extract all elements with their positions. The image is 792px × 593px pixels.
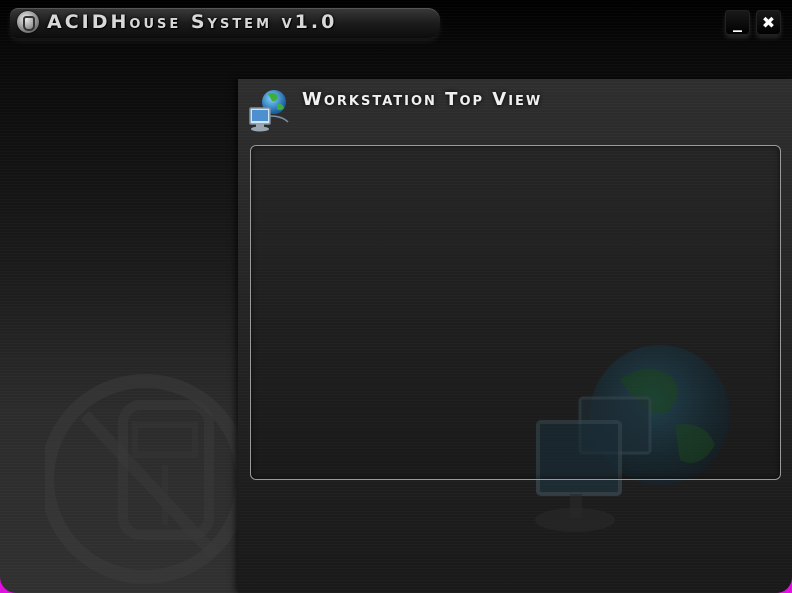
app-window: ACIDHouse System v1.0 _ ✖ Workstation To… — [0, 0, 792, 593]
acidhouse-logo-icon — [17, 11, 39, 33]
network-computer-globe-icon — [249, 90, 289, 132]
minimize-button[interactable]: _ — [725, 10, 750, 35]
title-bar[interactable]: ACIDHouse System v1.0 — [10, 8, 440, 38]
workstation-view-panel[interactable] — [250, 145, 781, 480]
acidhouse-watermark-logo — [45, 374, 245, 584]
minimize-icon: _ — [733, 12, 742, 33]
app-title: ACIDHouse System v1.0 — [47, 11, 338, 33]
close-icon: ✖ — [761, 13, 776, 32]
section-title: Workstation Top View — [302, 89, 543, 110]
close-button[interactable]: ✖ — [756, 10, 781, 35]
